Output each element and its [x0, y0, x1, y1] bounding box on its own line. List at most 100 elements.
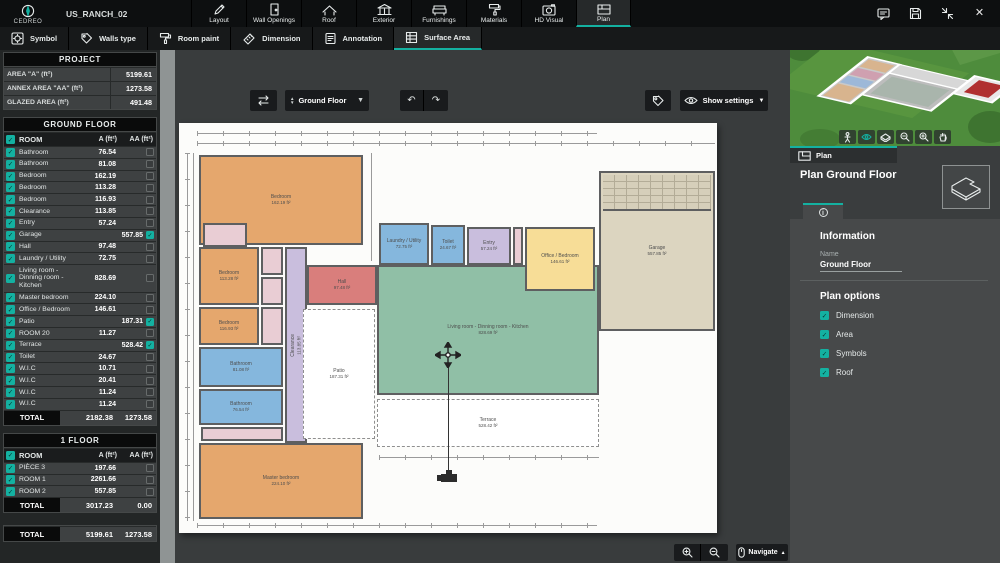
room-visible-checkbox[interactable]: ✓: [6, 207, 15, 216]
tool-surface-area[interactable]: Surface Area: [394, 27, 482, 50]
room-visible-checkbox[interactable]: ✓: [6, 148, 15, 157]
tab-roof[interactable]: Roof: [301, 0, 356, 27]
camera-viewpoint-icon[interactable]: [437, 469, 461, 483]
tab-materials[interactable]: Materials: [466, 0, 521, 27]
annex-area-checkbox[interactable]: [146, 207, 154, 215]
tool-symbol[interactable]: Symbol: [0, 27, 69, 50]
room-patio[interactable]: Patio187.31 ft²: [303, 309, 375, 439]
table-row[interactable]: ✓Bedroom113.28: [4, 181, 156, 193]
plan-option-symbols[interactable]: ✓Symbols: [820, 349, 874, 358]
room-visible-checkbox[interactable]: ✓: [6, 183, 15, 192]
annex-area-checkbox[interactable]: [146, 464, 154, 472]
table-row[interactable]: ✓Living room - Dinning room - Kitchen828…: [4, 264, 156, 291]
plan-option-area[interactable]: ✓Area: [820, 330, 874, 339]
checkbox-checked[interactable]: ✓: [820, 311, 829, 320]
checkbox-checked[interactable]: ✓: [820, 349, 829, 358]
tool-walls-type[interactable]: Walls type: [69, 27, 148, 50]
plan-panel-tab[interactable]: Plan: [790, 148, 897, 163]
table-row[interactable]: ✓Clearance113.85: [4, 205, 156, 217]
room-visible-checkbox[interactable]: ✓: [6, 475, 15, 484]
annex-area-checkbox[interactable]: [146, 353, 154, 361]
table-row[interactable]: ✓W.I.C11.24: [4, 386, 156, 398]
tool-dimension[interactable]: Dimension: [231, 27, 312, 50]
information-tab[interactable]: i: [803, 203, 843, 219]
name-field-input[interactable]: Ground Floor: [820, 260, 902, 272]
plan-option-roof[interactable]: ✓Roof: [820, 368, 874, 377]
room-laundry-utility[interactable]: Laundry / Utility72.75 ft²: [379, 223, 429, 265]
room-visible-checkbox[interactable]: ✓: [6, 219, 15, 228]
table-row[interactable]: ✓Patio187.31✓: [4, 315, 156, 327]
save-icon[interactable]: [909, 7, 922, 20]
table-row[interactable]: ✓Bathroom76.54: [4, 146, 156, 158]
restore-icon[interactable]: [941, 7, 954, 20]
tool-room-paint[interactable]: Room paint: [148, 27, 231, 50]
floor-selector-dropdown[interactable]: ▲▼ Ground Floor ▼: [285, 90, 369, 111]
tab-plan[interactable]: Plan: [576, 0, 631, 27]
annex-area-checkbox[interactable]: [146, 243, 154, 251]
annex-area-checkbox[interactable]: [146, 377, 154, 385]
room-toilet[interactable]: Toilet24.67 ft²: [431, 225, 465, 265]
table-row[interactable]: ✓W.I.C10.71: [4, 362, 156, 374]
room-room-20[interactable]: [203, 223, 247, 247]
table-row[interactable]: ✓ROOM 12261.66: [4, 474, 156, 486]
table-row[interactable]: ✓Terrace528.42✓: [4, 339, 156, 351]
move-crosshair-icon[interactable]: [435, 342, 461, 368]
room-bedroom[interactable]: Bedroom113.28 ft²: [199, 247, 259, 305]
room-visible-checkbox[interactable]: ✓: [6, 400, 15, 409]
annex-area-checkbox[interactable]: [146, 294, 154, 302]
annex-area-checkbox[interactable]: [146, 365, 154, 373]
table-row[interactable]: ✓Hall97.48: [4, 241, 156, 253]
room-visible-checkbox[interactable]: ✓: [6, 274, 15, 283]
annex-area-checkbox[interactable]: ✓: [146, 318, 154, 326]
room-bathroom[interactable]: Bathroom76.54 ft²: [199, 389, 283, 425]
room-visible-checkbox[interactable]: ✓: [6, 242, 15, 251]
room-visible-checkbox[interactable]: ✓: [6, 376, 15, 385]
table-row[interactable]: ✓Garage557.85✓: [4, 229, 156, 241]
tab-exterior[interactable]: Exterior: [356, 0, 411, 27]
room-visible-checkbox[interactable]: ✓: [6, 231, 15, 240]
room-visible-checkbox[interactable]: ✓: [6, 317, 15, 326]
room-visible-checkbox[interactable]: ✓: [6, 254, 15, 263]
room-visible-checkbox[interactable]: ✓: [6, 341, 15, 350]
table-row[interactable]: ✓Entry57.24: [4, 217, 156, 229]
annex-area-checkbox[interactable]: [146, 184, 154, 192]
show-settings-button[interactable]: Show settings ▼: [680, 90, 768, 111]
switch-view-button[interactable]: [250, 90, 277, 111]
tab-wall-openings[interactable]: Wall Openings: [246, 0, 301, 27]
table-row[interactable]: ✓Bedroom162.19: [4, 170, 156, 182]
floor-iso-thumbnail[interactable]: [942, 165, 990, 209]
annex-area-checkbox[interactable]: [146, 255, 154, 263]
table-row[interactable]: ✓W.I.C11.24: [4, 398, 156, 410]
plan-canvas[interactable]: Living room - Dinning room - Kitchen828.…: [175, 50, 790, 563]
room-hall[interactable]: Hall97.48 ft²: [307, 265, 377, 305]
annex-area-checkbox[interactable]: [146, 488, 154, 496]
room-visible-checkbox[interactable]: ✓: [6, 388, 15, 397]
select-all-checkbox[interactable]: ✓: [6, 451, 15, 460]
table-row[interactable]: ✓Master bedroom224.10: [4, 292, 156, 304]
annex-area-checkbox[interactable]: ✓: [146, 341, 154, 349]
annex-area-checkbox[interactable]: [146, 306, 154, 314]
annex-area-checkbox[interactable]: ✓: [146, 231, 154, 239]
feedback-icon[interactable]: [877, 7, 890, 20]
room-w-i-c[interactable]: [261, 277, 283, 305]
tab-layout[interactable]: Layout: [191, 0, 246, 27]
annex-area-checkbox[interactable]: [146, 388, 154, 396]
room-visible-checkbox[interactable]: ✓: [6, 293, 15, 302]
room-garage[interactable]: Garage557.85 ft²: [599, 171, 715, 331]
table-row[interactable]: ✓PIÈCE 3197.66: [4, 462, 156, 474]
tab-furnishings[interactable]: Furnishings: [411, 0, 466, 27]
zoom-in-button[interactable]: [674, 544, 701, 561]
room-visible-checkbox[interactable]: ✓: [6, 353, 15, 362]
room-w-i-c[interactable]: [513, 227, 523, 265]
checkbox-checked[interactable]: ✓: [820, 330, 829, 339]
room-visible-checkbox[interactable]: ✓: [6, 364, 15, 373]
table-row[interactable]: ✓W.I.C20.41: [4, 374, 156, 386]
room-visible-checkbox[interactable]: ✓: [6, 172, 15, 181]
room-master-bedroom[interactable]: Master bedroom224.10 ft²: [199, 443, 363, 519]
zoom-in-button[interactable]: [915, 130, 932, 144]
room-bathroom[interactable]: Bathroom81.08 ft²: [199, 347, 283, 387]
room-w-i-c[interactable]: [261, 307, 283, 345]
zoom-out-button[interactable]: [701, 544, 728, 561]
walkthrough-person-button[interactable]: [839, 130, 856, 144]
close-icon[interactable]: ✕: [973, 7, 986, 20]
